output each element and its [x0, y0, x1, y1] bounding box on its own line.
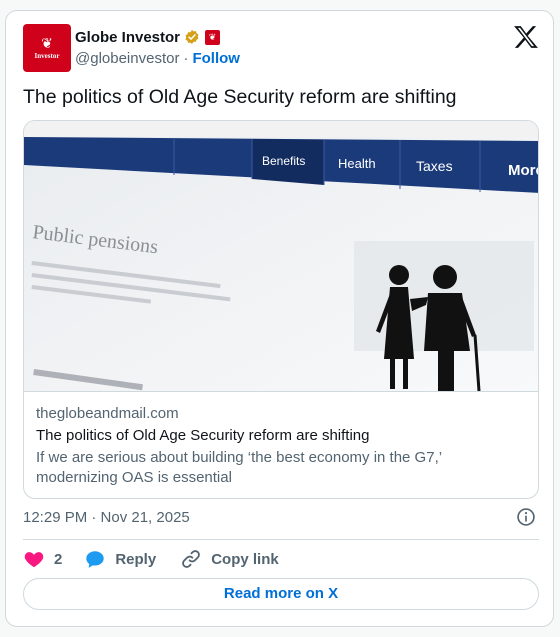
avatar-brand-text: Investor: [34, 51, 60, 60]
account-name-row: Globe Investor ❦: [75, 27, 221, 47]
link-preview-meta: theglobeandmail.com The politics of Old …: [24, 391, 538, 498]
link-title: The politics of Old Age Security reform …: [36, 427, 370, 444]
link-icon: [182, 550, 201, 568]
x-logo-icon[interactable]: [513, 25, 539, 49]
copy-link-label: Copy link: [211, 550, 279, 568]
like-button[interactable]: 2: [23, 547, 62, 571]
separator: ·: [183, 50, 189, 67]
account-handle[interactable]: @globeinvestor: [75, 50, 179, 67]
reply-label: Reply: [115, 550, 157, 568]
copy-link-button[interactable]: Copy link: [180, 547, 279, 571]
link-preview-image: Benefits Health Taxes More Public pensio…: [24, 121, 539, 391]
maple-leaf-flag-icon: ❦: [205, 29, 221, 45]
maple-leaf-icon: ❦: [41, 34, 53, 51]
link-domain: theglobeandmail.com: [36, 405, 179, 422]
avatar[interactable]: ❦ Investor: [23, 24, 71, 72]
nav-item-more: More: [508, 162, 539, 179]
nav-item-health: Health: [338, 156, 376, 171]
verified-badge-icon: [185, 30, 199, 44]
nav-item-benefits: Benefits: [262, 154, 305, 168]
embedded-post-card: ❦ Investor Globe Investor ❦ @globeinvest…: [5, 10, 554, 627]
reply-button[interactable]: Reply: [84, 547, 156, 571]
nav-item-taxes: Taxes: [416, 158, 453, 174]
read-more-button[interactable]: Read more on X: [23, 578, 539, 610]
heart-icon: [24, 552, 44, 568]
handle-row: @globeinvestor · Follow: [75, 49, 240, 69]
link-preview-card[interactable]: Benefits Health Taxes More Public pensio…: [23, 120, 539, 499]
like-count: 2: [54, 550, 63, 568]
speech-bubble-icon: [86, 551, 105, 568]
follow-button[interactable]: Follow: [192, 50, 240, 67]
post-timestamp[interactable]: 12:29 PM · Nov 21, 2025: [23, 508, 190, 528]
action-bar: 2 Reply Copy link: [23, 547, 279, 571]
divider: [23, 539, 539, 540]
link-description: If we are serious about building ‘the be…: [36, 449, 442, 486]
post-text: The politics of Old Age Security reform …: [23, 86, 457, 108]
info-icon[interactable]: [516, 507, 536, 527]
account-name[interactable]: Globe Investor: [75, 29, 180, 46]
